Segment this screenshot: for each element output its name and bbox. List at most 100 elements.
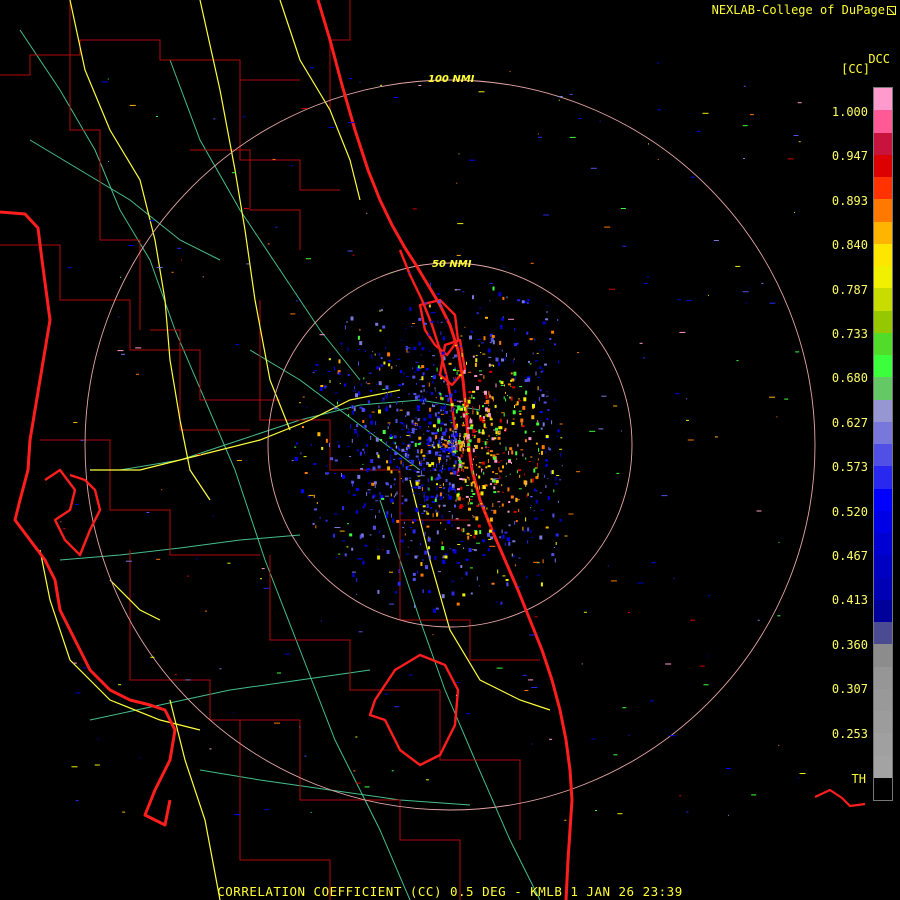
radar-echo-bin: [375, 500, 379, 502]
radar-echo-bin: [503, 267, 505, 268]
radar-echo-bin: [454, 399, 457, 402]
radar-echo-bin: [456, 681, 460, 683]
radar-echo-bin: [360, 467, 364, 470]
radar-echo-bin: [440, 460, 442, 462]
radar-echo-bin: [409, 527, 413, 529]
radar-echo-bin: [426, 439, 429, 441]
radar-echo-bin: [528, 437, 532, 441]
radar-echo-bin: [493, 491, 497, 494]
radar-echo-bin: [553, 489, 555, 493]
radar-echo-bin: [432, 501, 435, 503]
color-scale-segment: [874, 421, 892, 444]
radar-echo-bin: [417, 418, 420, 422]
radar-echo-bin: [507, 510, 510, 513]
radar-echo-bin: [307, 496, 311, 498]
radar-echo-bin: [545, 459, 548, 462]
radar-echo-bin: [578, 118, 582, 119]
radar-map[interactable]: 50 NMI 100 NMI: [0, 0, 900, 900]
radar-echo-bin: [478, 432, 482, 434]
radar-echo-bin: [303, 456, 307, 458]
radar-echo-bin: [497, 436, 501, 440]
radar-echo-bin: [412, 375, 416, 379]
radar-echo-bin: [557, 319, 559, 321]
radar-echo-bin: [290, 165, 293, 166]
export-icon[interactable]: [887, 6, 896, 15]
radar-echo-bin: [436, 453, 439, 456]
radar-echo-bin: [474, 483, 476, 488]
radar-echo-bin: [442, 409, 444, 411]
radar-echo-bin: [395, 445, 397, 449]
radar-echo-bin: [761, 282, 764, 284]
radar-echo-bin: [428, 463, 432, 467]
radar-echo-bin: [272, 158, 276, 160]
radar-echo-bin: [438, 476, 442, 479]
radar-echo-bin: [528, 461, 531, 462]
radar-echo-bin: [524, 690, 529, 691]
radar-echo-bin: [513, 371, 517, 376]
radar-echo-bin: [519, 474, 521, 478]
radar-echo-bin: [161, 489, 163, 491]
radar-echo-bin: [518, 488, 522, 490]
radar-echo-bin: [569, 136, 576, 138]
radar-echo-bin: [485, 413, 487, 417]
radar-echo-bin: [424, 550, 428, 555]
radar-echo-bin: [447, 448, 451, 452]
radar-echo-bin: [390, 447, 393, 450]
radar-echo-bin: [498, 362, 500, 367]
radar-echo-bin: [451, 438, 454, 443]
radar-echo-bin: [418, 341, 421, 346]
radar-echo-bin: [368, 372, 372, 374]
radar-echo-bin: [352, 571, 356, 573]
radar-echo-bin: [387, 422, 391, 424]
radar-echo-bin: [504, 427, 507, 432]
radar-echo-bin: [522, 526, 524, 531]
radar-echo-bin: [359, 451, 362, 456]
radar-echo-bin: [479, 417, 483, 422]
radar-echo-bin: [71, 766, 78, 768]
radar-echo-bin: [433, 608, 435, 613]
radar-echo-bin: [515, 520, 518, 523]
radar-echo-bin: [460, 454, 463, 458]
radar-echo-bin: [622, 707, 627, 709]
radar-echo-bin: [67, 267, 72, 269]
radar-echo-bin: [492, 503, 494, 508]
radar-echo-bin: [401, 339, 402, 341]
radar-echo-bin: [462, 405, 464, 408]
color-scale-segment: [874, 644, 892, 667]
radar-echo-bin: [396, 491, 398, 495]
color-scale-segment: [874, 599, 892, 622]
color-scale-segment: [874, 243, 892, 266]
radar-echo-bin: [357, 474, 361, 479]
radar-echo-bin: [427, 487, 429, 490]
radar-echo-bin: [487, 459, 489, 463]
radar-echo-bin: [315, 363, 319, 366]
radar-echo-bin: [347, 446, 350, 448]
radar-echo-bin: [428, 555, 431, 560]
radar-echo-bin: [451, 425, 454, 427]
radar-echo-bin: [509, 473, 511, 475]
color-scale-segment: [874, 444, 892, 467]
radar-echo-bin: [414, 442, 417, 447]
radar-echo-bin: [388, 341, 390, 343]
radar-echo-bin: [713, 240, 719, 241]
radar-echo-bin: [348, 78, 352, 80]
radar-echo-bin: [506, 419, 508, 424]
radar-echo-bin: [375, 421, 377, 426]
radar-echo-bin: [465, 408, 467, 412]
radar-echo-bin: [531, 505, 532, 506]
radar-echo-bin: [421, 459, 423, 463]
radar-echo-bin: [402, 402, 404, 404]
radar-echo-bin: [441, 456, 443, 459]
radar-echo-bin: [274, 722, 280, 724]
radar-echo-bin: [350, 424, 351, 429]
radar-echo-bin: [539, 366, 542, 370]
radar-echo-bin: [400, 478, 402, 479]
radar-echo-bin: [446, 463, 448, 465]
radar-echo-bin: [432, 375, 436, 380]
radar-echo-bin: [604, 226, 611, 228]
radar-echo-bin: [402, 527, 405, 529]
radar-echo-bin: [432, 403, 434, 406]
radar-echo-bin: [769, 396, 776, 398]
radar-echo-bin: [502, 491, 504, 493]
radar-echo-bin: [391, 366, 393, 369]
